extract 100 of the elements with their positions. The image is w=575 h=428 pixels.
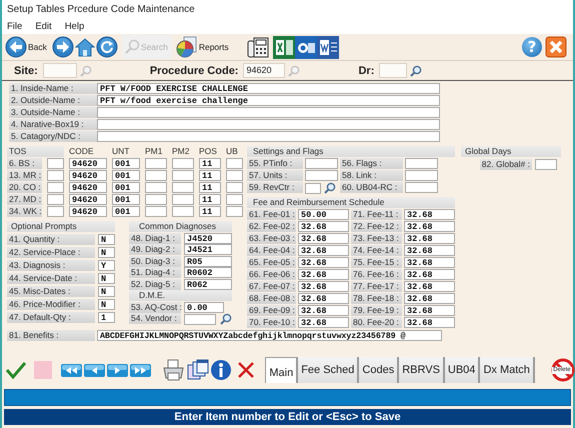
search-icon[interactable] bbox=[324, 182, 336, 194]
input-field[interactable]: R0602 bbox=[184, 267, 232, 278]
document-icon[interactable] bbox=[316, 36, 339, 58]
input-field[interactable]: R05 bbox=[184, 256, 232, 266]
input-field[interactable]: 94620 bbox=[69, 194, 107, 205]
input-field[interactable] bbox=[145, 182, 167, 193]
input-field[interactable] bbox=[379, 63, 408, 78]
search-icon[interactable] bbox=[220, 313, 232, 325]
input-field[interactable] bbox=[405, 158, 438, 169]
input-field[interactable]: PFT W/FOOD EXERCISE CHALLENGE bbox=[97, 83, 440, 94]
input-field[interactable] bbox=[305, 182, 321, 194]
input-field[interactable]: N bbox=[98, 273, 115, 284]
input-field[interactable]: 32.68 bbox=[404, 221, 455, 232]
tab[interactable]: Dx Match bbox=[480, 357, 535, 383]
input-field[interactable] bbox=[42, 63, 77, 78]
input-field[interactable]: 94620 bbox=[69, 182, 107, 193]
input-field[interactable]: 94620 bbox=[243, 63, 286, 78]
input-field[interactable] bbox=[145, 194, 167, 205]
input-field[interactable]: 001 bbox=[112, 194, 140, 205]
menu-item[interactable]: Edit bbox=[35, 20, 52, 34]
input-field[interactable]: 001 bbox=[112, 182, 140, 193]
menu-item[interactable]: Help bbox=[64, 20, 84, 34]
checkmark-icon[interactable] bbox=[6, 361, 26, 379]
input-field[interactable]: 94620 bbox=[69, 170, 107, 181]
input-field[interactable]: ABCDEFGHIJKLMNOPQRSTUVWXYZabcdefghijklmnopqrstuvwxyz23456789 @ bbox=[97, 330, 442, 341]
input-field[interactable] bbox=[145, 170, 167, 181]
tab[interactable]: UB04 bbox=[444, 357, 480, 383]
input-field[interactable] bbox=[305, 158, 338, 169]
input-field[interactable] bbox=[226, 158, 243, 169]
previous-icon[interactable] bbox=[84, 364, 106, 376]
input-field[interactable]: 001 bbox=[112, 206, 140, 217]
input-field[interactable] bbox=[405, 170, 438, 181]
input-field[interactable]: 94620 bbox=[69, 158, 107, 169]
input-field[interactable]: 0.00 bbox=[184, 302, 224, 312]
input-field[interactable]: J4521 bbox=[184, 244, 232, 255]
input-field[interactable]: 32.68 bbox=[404, 233, 455, 244]
input-field[interactable]: N bbox=[98, 247, 115, 258]
input-field[interactable]: 94620 bbox=[69, 206, 107, 217]
tab[interactable]: Fee Sched bbox=[298, 357, 360, 383]
input-field[interactable] bbox=[226, 194, 243, 205]
input-field[interactable]: 32.68 bbox=[298, 257, 349, 268]
input-field[interactable] bbox=[172, 194, 194, 205]
input-field[interactable] bbox=[226, 182, 243, 193]
input-field[interactable]: 001 bbox=[112, 170, 140, 181]
input-field[interactable] bbox=[97, 107, 440, 118]
input-field[interactable]: 11 bbox=[199, 170, 221, 181]
input-field[interactable]: R062 bbox=[184, 278, 232, 290]
input-field[interactable]: 32.68 bbox=[404, 257, 455, 268]
mail-icon[interactable] bbox=[294, 36, 317, 58]
input-field[interactable] bbox=[47, 170, 64, 181]
input-field[interactable]: 32.68 bbox=[404, 281, 455, 292]
input-field[interactable] bbox=[47, 194, 64, 205]
input-field[interactable]: N bbox=[98, 299, 115, 310]
input-field[interactable] bbox=[226, 206, 243, 217]
input-field[interactable]: 32.68 bbox=[404, 269, 455, 280]
home-icon[interactable] bbox=[74, 36, 96, 58]
input-field[interactable]: 32.68 bbox=[298, 245, 349, 256]
rewind-icon[interactable] bbox=[61, 364, 82, 376]
input-field[interactable] bbox=[535, 159, 557, 170]
input-field[interactable] bbox=[47, 182, 64, 193]
refresh-icon[interactable] bbox=[96, 36, 118, 58]
spreadsheet-icon[interactable] bbox=[272, 36, 295, 58]
input-field[interactable] bbox=[226, 170, 243, 181]
tab[interactable]: Codes bbox=[359, 357, 400, 383]
input-field[interactable]: 11 bbox=[199, 182, 221, 193]
info-icon[interactable] bbox=[210, 359, 232, 381]
input-field[interactable]: N bbox=[98, 234, 115, 246]
search-icon[interactable] bbox=[410, 64, 422, 76]
tab[interactable]: Main bbox=[265, 357, 298, 383]
input-field[interactable]: 32.68 bbox=[298, 305, 349, 316]
input-field[interactable] bbox=[47, 206, 64, 217]
fast-forward-icon[interactable] bbox=[130, 364, 152, 376]
input-field[interactable] bbox=[405, 182, 438, 193]
input-field[interactable]: 32.68 bbox=[404, 209, 455, 220]
input-field[interactable] bbox=[172, 170, 194, 181]
input-field[interactable]: 32.68 bbox=[298, 317, 349, 328]
input-field[interactable]: J4520 bbox=[184, 232, 232, 244]
fax-machine-icon[interactable] bbox=[246, 35, 269, 59]
input-field[interactable]: 32.68 bbox=[404, 293, 455, 304]
input-field[interactable] bbox=[172, 182, 194, 193]
input-field[interactable]: 11 bbox=[199, 158, 221, 169]
input-field[interactable] bbox=[305, 170, 338, 181]
next-icon[interactable] bbox=[107, 364, 128, 376]
input-field[interactable] bbox=[47, 158, 64, 169]
input-field[interactable] bbox=[145, 158, 167, 169]
input-field[interactable] bbox=[97, 131, 440, 142]
input-field[interactable]: N bbox=[98, 286, 115, 298]
stacked-windows-icon[interactable] bbox=[187, 359, 210, 381]
input-field[interactable]: 50.00 bbox=[298, 209, 349, 220]
input-field[interactable]: 32.68 bbox=[298, 293, 349, 304]
input-field[interactable] bbox=[145, 206, 167, 217]
input-field[interactable] bbox=[172, 158, 194, 169]
reports-button[interactable]: Reports bbox=[176, 35, 229, 59]
input-field[interactable]: 32.68 bbox=[298, 221, 349, 232]
tab[interactable]: RBRVS bbox=[399, 357, 445, 383]
input-field[interactable]: 11 bbox=[199, 194, 221, 205]
printer-icon[interactable] bbox=[163, 359, 184, 381]
input-field[interactable]: 32.68 bbox=[404, 305, 455, 316]
input-field[interactable]: 32.68 bbox=[298, 269, 349, 280]
input-field[interactable]: 32.68 bbox=[298, 281, 349, 292]
